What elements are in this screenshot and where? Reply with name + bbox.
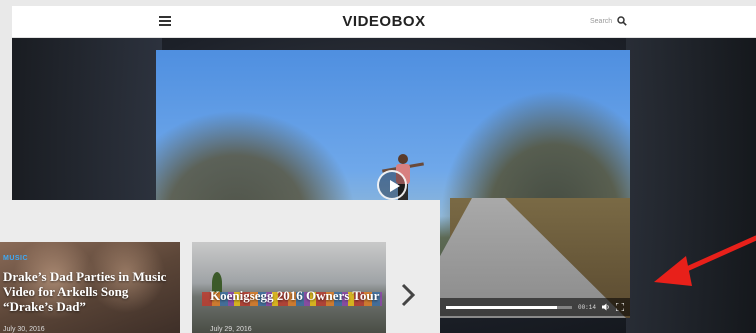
video-progress-bar[interactable] <box>446 305 572 309</box>
search-button[interactable]: Search <box>590 16 627 26</box>
video-card-date: July 30, 2016 <box>3 326 45 333</box>
video-card-title[interactable]: Koenigsegg 2016 Owners Tour <box>210 288 380 303</box>
site-logo[interactable]: VIDEOBOX <box>12 13 756 30</box>
hero-blur-right <box>626 38 756 333</box>
fullscreen-icon[interactable] <box>616 303 624 311</box>
video-progress-fill <box>446 305 557 309</box>
volume-icon[interactable] <box>602 303 610 311</box>
top-navigation-bar: VIDEOBOX Search <box>12 6 756 38</box>
play-icon[interactable] <box>377 170 407 200</box>
video-card[interactable]: Koenigsegg 2016 Owners Tour July 29, 201… <box>192 242 386 333</box>
search-label: Search <box>590 17 613 25</box>
video-time: 00:14 <box>577 303 596 311</box>
video-card-title[interactable]: Drake’s Dad Parties in Music Video for A… <box>3 269 178 314</box>
video-controls-bar: 00:14 <box>440 298 630 316</box>
video-card-category[interactable]: MUSIC <box>3 255 28 262</box>
related-videos-panel: MUSIC Drake’s Dad Parties in Music Video… <box>0 200 440 333</box>
video-card[interactable]: MUSIC Drake’s Dad Parties in Music Video… <box>0 242 180 333</box>
video-card-date: July 29, 2016 <box>210 326 252 333</box>
search-icon <box>617 16 627 26</box>
chevron-right-icon[interactable] <box>397 280 419 310</box>
